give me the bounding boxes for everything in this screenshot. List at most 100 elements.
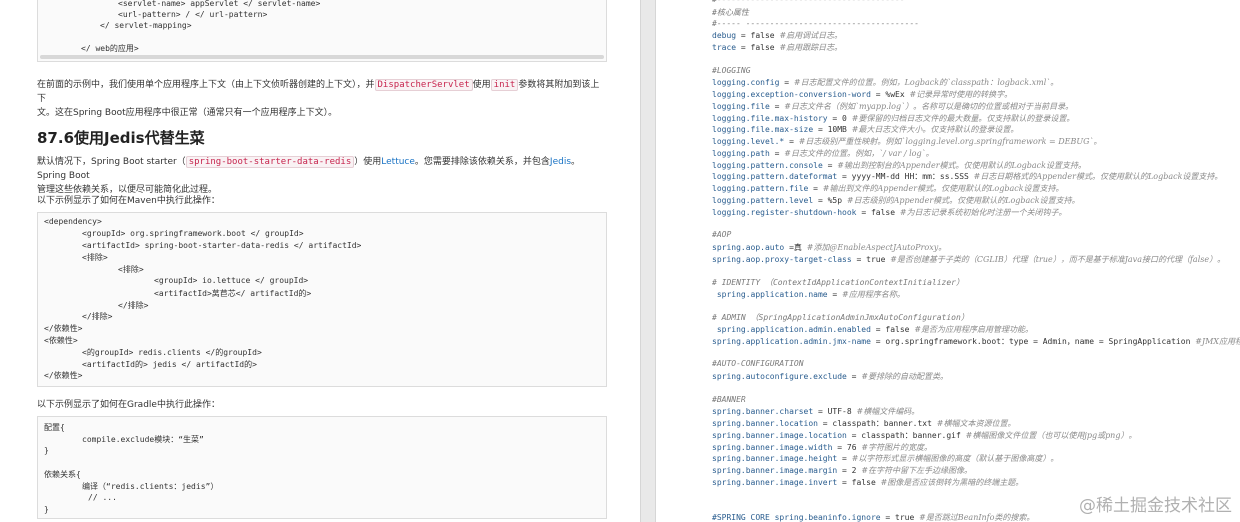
property-line: spring.application.admin.jmx-name = org.… bbox=[712, 336, 1240, 347]
property-key: logging.register-shutdown-hook bbox=[712, 207, 857, 217]
code-line: <groupId> org.springframework.boot </ gr… bbox=[82, 228, 304, 238]
jedis-link[interactable]: Jedis bbox=[550, 157, 571, 167]
property-value: = false bbox=[870, 325, 915, 334]
property-line: logging.pattern.level = %5p #日志级别的Append… bbox=[712, 195, 1080, 206]
property-line: #核心属性 bbox=[712, 7, 749, 18]
code-line: <的groupId> redis.clients </的groupId> bbox=[82, 347, 262, 357]
property-line: # IDENTITY （ContextIdApplicationContextI… bbox=[712, 277, 964, 288]
code-line: </ servlet-mapping> bbox=[100, 21, 192, 30]
property-value: = false bbox=[736, 43, 780, 52]
property-line: logging.file = #日志文件名（例如`myapp.log`）。名称可… bbox=[712, 101, 1073, 112]
property-value: = bbox=[846, 372, 862, 381]
property-line: spring.autoconfigure.exclude = #要排除的自动配置… bbox=[712, 371, 948, 382]
gradle-caption: 以下示例显示了如何在Gradle中执行此操作： bbox=[37, 400, 220, 410]
maven-caption: 以下示例显示了如何在Maven中执行此操作： bbox=[37, 196, 220, 206]
maven-code-block: <dependency> <groupId> org.springframewor… bbox=[37, 212, 607, 387]
section-comment: # IDENTITY （ContextIdApplicationContextI… bbox=[712, 278, 965, 287]
property-comment: #横幅文件编码。 bbox=[856, 407, 920, 417]
property-value: = %5p bbox=[813, 195, 847, 205]
property-comment: #为日志记录系统初始化时注册一个关闭钩子。 bbox=[899, 207, 1067, 217]
property-value: =真 bbox=[784, 242, 807, 252]
property-key: spring.aop.proxy-target-class bbox=[712, 254, 852, 264]
property-comment: #输出到控制台的Appender模式。仅使用默认的Logback设置支持。 bbox=[837, 160, 1086, 170]
page-gutter bbox=[640, 0, 656, 522]
property-key: logging.pattern.file bbox=[712, 184, 809, 193]
property-line: logging.exception-conversion-word = %wEx… bbox=[712, 89, 1012, 100]
code-line: <artifactId> spring-boot-starter-data-re… bbox=[82, 240, 362, 250]
inline-code-dispatcherservlet: DispatcherServlet bbox=[374, 79, 473, 91]
property-line: #AOP bbox=[712, 230, 731, 239]
property-key: logging.file.max-size bbox=[712, 125, 814, 135]
property-key: logging.pattern.console bbox=[712, 160, 823, 170]
watermark: @稀土掘金技术社区 bbox=[1079, 496, 1232, 516]
property-value: = bbox=[837, 454, 852, 464]
property-line: spring.banner.image.margin = 2 #在字符中留下左手… bbox=[712, 465, 972, 476]
property-comment: #以字符形式显示横幅图像的高度（默认基于图像高度）。 bbox=[851, 454, 1059, 464]
lettuce-link[interactable]: Lettuce bbox=[381, 157, 415, 167]
property-value: = bbox=[779, 78, 794, 88]
property-line: spring.application.admin.enabled = false… bbox=[712, 324, 1033, 335]
property-line: #BANNER bbox=[712, 395, 746, 404]
property-comment: #是否为应用程序启用管理功能。 bbox=[914, 325, 1034, 334]
left-document-page: <servlet-name> appServlet </ servlet-nam… bbox=[0, 0, 640, 522]
property-line: #AUTO-CONFIGURATION bbox=[712, 359, 804, 368]
property-value: = bbox=[822, 160, 838, 170]
code-scrollbar[interactable] bbox=[40, 55, 604, 59]
code-line: 配置{ bbox=[44, 423, 65, 432]
code-line: } bbox=[44, 445, 49, 455]
property-value: = bbox=[769, 101, 785, 111]
property-key: spring.aop.auto bbox=[712, 242, 785, 252]
property-key: logging.level.* bbox=[712, 137, 785, 146]
property-comment: #启用调试日志。 bbox=[779, 31, 843, 41]
property-comment: #要排除的自动配置类。 bbox=[861, 372, 949, 381]
property-key: logging.path bbox=[712, 148, 770, 158]
property-key: spring.banner.charset bbox=[712, 407, 814, 417]
property-comment: #是否创建基于子类的（CGLIB）代理（true），而不是基于标准Java接口的… bbox=[890, 254, 1226, 264]
property-comment: #应用程序名称。 bbox=[842, 289, 905, 299]
paragraph-text: ）使用 bbox=[354, 157, 382, 167]
section-comment: #AOP bbox=[712, 230, 732, 239]
property-comment: #是否跳过BeanInfo类的搜索。 bbox=[919, 513, 1035, 522]
property-comment: #日志文件名（例如`myapp.log`）。名称可以是确切的位置或相对于当前目录… bbox=[784, 101, 1074, 111]
property-value: = yyyy-MM-dd HH：mm：ss.SSS bbox=[837, 172, 974, 182]
property-line: logging.pattern.console = #输出到控制台的Append… bbox=[712, 160, 1086, 171]
property-value: = bbox=[784, 137, 799, 146]
section-comment: #LOGGING bbox=[712, 65, 751, 75]
property-value: = 10MB bbox=[813, 125, 852, 135]
section-heading: 87.6使用Jedis代替生菜 bbox=[37, 129, 205, 147]
property-key: spring.banner.image.location bbox=[712, 430, 847, 440]
property-value: = 76 bbox=[832, 442, 862, 452]
property-value: = false bbox=[837, 477, 881, 487]
property-key: spring.application.admin.jmx-name bbox=[712, 336, 871, 346]
property-key: logging.config bbox=[712, 78, 780, 88]
property-comment: #启用跟踪日志。 bbox=[779, 43, 843, 52]
code-line: <groupId> io.lettuce </ groupId> bbox=[154, 276, 309, 285]
code-line: </依赖性> bbox=[44, 324, 83, 334]
property-value: = classpath：banner.txt bbox=[817, 419, 937, 428]
code-line: <dependency> bbox=[44, 217, 102, 226]
paragraph-text: 使用 bbox=[472, 80, 491, 90]
code-line: <url-pattern> / </ url-pattern> bbox=[118, 10, 268, 19]
property-key: spring.banner.image.invert bbox=[712, 477, 838, 487]
property-line: logging.level.* = #日志级别严重性映射。例如`logging.… bbox=[712, 136, 1102, 147]
property-value: = classpath：banner.gif bbox=[846, 430, 966, 440]
property-line: logging.register-shutdown-hook = false #… bbox=[712, 207, 1067, 218]
property-line: debug = false #启用调试日志。 bbox=[712, 30, 842, 41]
property-comment: #日志日期格式的Appender模式。仅使用默认的Logback设置支持。 bbox=[973, 172, 1223, 182]
paragraph-text: 。您需要排除该依赖关系，并包含 bbox=[414, 157, 550, 167]
property-line: spring.banner.location = classpath：banne… bbox=[712, 418, 1015, 429]
property-key: spring.banner.image.height bbox=[712, 454, 838, 464]
property-value: = false bbox=[736, 31, 780, 41]
section-comment: #核心属性 bbox=[712, 7, 749, 17]
property-value: = false bbox=[856, 207, 900, 217]
inline-code-starter: spring-boot-starter-data-redis bbox=[185, 156, 355, 168]
code-line: <servlet-name> appServlet </ servlet-nam… bbox=[118, 0, 321, 8]
context-paragraph: 在前面的示例中，我们使用单个应用程序上下文（由上下文侦听器创建的上下文），并 Di… bbox=[37, 78, 607, 120]
property-comment: #图像是否应该倒转为黑暗的终端主题。 bbox=[880, 477, 1024, 487]
property-key: #SPRING CORE spring.beaninfo.ignore bbox=[712, 513, 881, 522]
property-line: spring.application.name = #应用程序名称。 bbox=[712, 289, 905, 300]
property-key: spring.application.name bbox=[712, 289, 828, 299]
property-comment: #最大日志文件大小。仅支持默认的登录设置。 bbox=[851, 125, 1019, 135]
property-line: spring.aop.auto =真 #添加@EnableAspectJAuto… bbox=[712, 242, 946, 253]
property-comment: #JMX应用程序 bbox=[1195, 336, 1240, 346]
